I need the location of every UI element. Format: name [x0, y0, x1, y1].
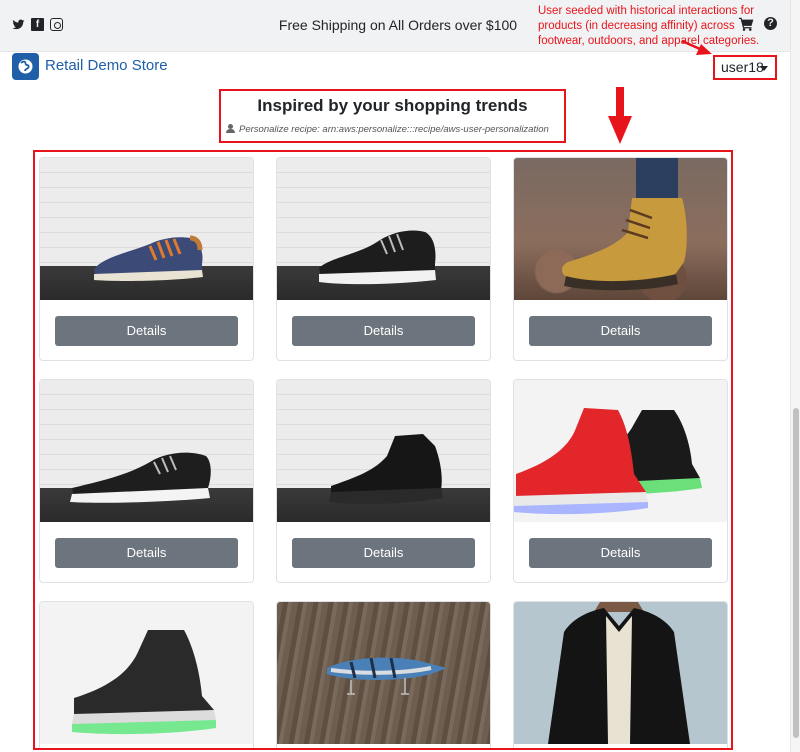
user-check-icon	[226, 124, 236, 133]
product-card: Details	[39, 157, 254, 361]
details-button[interactable]: Details	[529, 538, 712, 568]
sneaker-icon	[319, 230, 436, 285]
scrollbar-thumb[interactable]	[793, 408, 799, 738]
product-card	[276, 601, 491, 748]
details-button[interactable]: Details	[55, 316, 238, 346]
product-image[interactable]	[514, 602, 727, 744]
product-card: Details	[513, 379, 728, 583]
product-image[interactable]	[514, 158, 727, 300]
sneaker-icon	[70, 452, 211, 503]
recipe-label: Personalize recipe: arn:aws:personalize:…	[226, 124, 549, 135]
light-up-high-top-icon	[514, 408, 702, 515]
fishing-lure-icon	[327, 657, 447, 695]
product-grid: Details Details Details Details Details …	[33, 150, 733, 750]
product-image[interactable]	[40, 602, 253, 744]
product-image[interactable]	[514, 380, 727, 522]
annotation-note: User seeded with historical interactions…	[538, 5, 760, 47]
details-button[interactable]: Details	[529, 316, 712, 346]
product-image[interactable]	[277, 380, 490, 522]
section-title: Inspired by your shopping trends	[257, 96, 528, 115]
user-dropdown[interactable]: user18	[713, 55, 777, 80]
product-image[interactable]	[277, 602, 490, 744]
recommendation-heading-box: Inspired by your shopping trends Persona…	[219, 89, 566, 143]
user-dropdown-label: user18	[721, 59, 764, 75]
high-top-sneaker-icon	[329, 434, 443, 505]
sneaker-icon	[94, 235, 203, 281]
light-up-high-top-icon	[72, 630, 216, 735]
details-button[interactable]: Details	[292, 538, 475, 568]
product-card: Details	[276, 157, 491, 361]
product-card: Details	[513, 157, 728, 361]
jacket-icon	[548, 602, 690, 744]
store-logo[interactable]	[12, 53, 39, 80]
details-button[interactable]: Details	[292, 316, 475, 346]
arrow-to-product-grid	[608, 87, 632, 144]
caret-down-icon	[760, 66, 768, 71]
page-scrollbar[interactable]	[790, 0, 800, 752]
help-icon[interactable]: ?	[764, 17, 777, 30]
product-card	[513, 601, 728, 748]
product-image[interactable]	[277, 158, 490, 300]
product-image[interactable]	[40, 380, 253, 522]
product-card: Details	[276, 379, 491, 583]
product-image[interactable]	[40, 158, 253, 300]
recipe-text: Personalize recipe: arn:aws:personalize:…	[239, 124, 549, 135]
product-card: Details	[39, 379, 254, 583]
details-button[interactable]: Details	[55, 538, 238, 568]
page: f Free Shipping on All Orders over $100 …	[0, 0, 800, 752]
store-name[interactable]: Retail Demo Store	[45, 57, 168, 74]
product-card	[39, 601, 254, 748]
boot-icon	[562, 158, 687, 291]
